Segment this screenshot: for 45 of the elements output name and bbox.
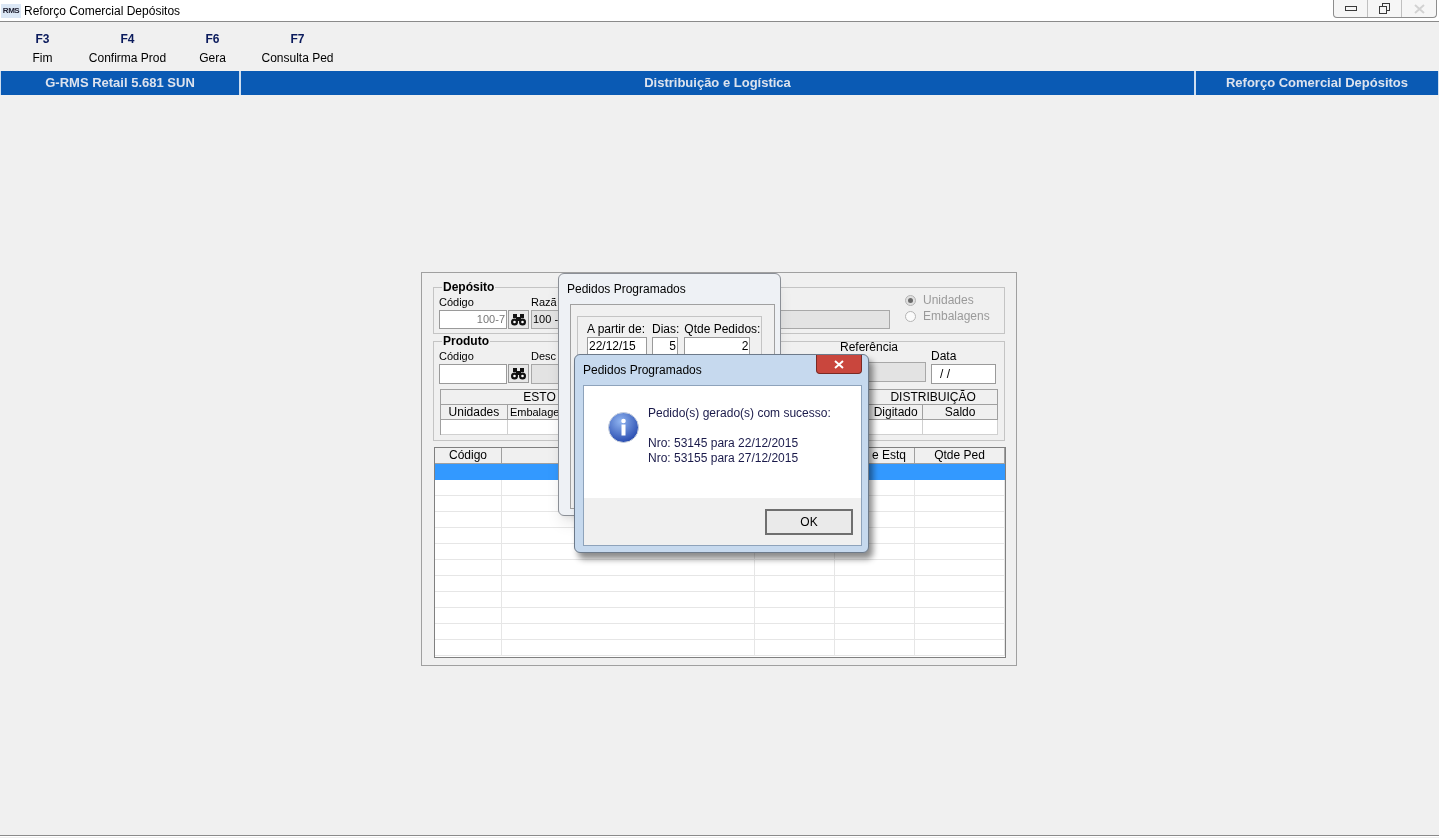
- column-header[interactable]: Código: [435, 448, 502, 464]
- group-title: Depósito: [442, 280, 496, 294]
- group-title: Produto: [442, 334, 490, 348]
- header-cell: Reforço Comercial Depósitos: [1195, 71, 1439, 95]
- input-field[interactable]: / /: [931, 364, 996, 384]
- message-text: Nro: 53155 para 27/12/2015: [648, 451, 800, 466]
- binoculars-icon: [511, 367, 526, 380]
- toolbar-button[interactable]: F7 Consulta Ped: [255, 30, 340, 68]
- close-icon: [1413, 3, 1425, 14]
- field-label: A partir de:: [587, 322, 647, 337]
- input-field[interactable]: 5: [652, 337, 678, 355]
- field-label: Código: [439, 295, 475, 309]
- toolbar-button[interactable]: F3 Fim: [0, 30, 85, 68]
- binoculars-icon: [511, 313, 526, 326]
- input-field[interactable]: [439, 364, 507, 384]
- field-label: Dias:: [652, 322, 680, 337]
- message-text: Pedido(s) gerado(s) com sucesso:: [648, 406, 831, 421]
- input-field[interactable]: 22/12/15: [587, 337, 647, 355]
- message-text: Nro: 53145 para 22/12/2015: [648, 436, 800, 451]
- dialog-title: Pedidos Programados: [583, 363, 702, 377]
- input-field[interactable]: 100-7: [439, 310, 507, 329]
- close-icon: [834, 359, 844, 369]
- column-header[interactable]: Qtde Ped: [915, 448, 1005, 464]
- header-cell: G-RMS Retail 5.681 SUN: [0, 71, 240, 95]
- window-title: Reforço Comercial Depósitos: [24, 2, 181, 20]
- table-cell: [441, 420, 508, 435]
- field-label: Desc: [531, 349, 558, 363]
- search-button[interactable]: [508, 364, 529, 383]
- field-label: Referência: [840, 341, 900, 353]
- close-button[interactable]: [816, 355, 862, 374]
- ok-button[interactable]: OK: [765, 509, 853, 535]
- app-logo: RMS: [1, 3, 21, 18]
- field-label: Qtde Pedidos:: [684, 322, 761, 337]
- toolbar-button[interactable]: F4 Confirma Prod: [85, 30, 170, 68]
- search-button[interactable]: [508, 310, 529, 329]
- field-label: Data: [931, 349, 958, 363]
- field-label: Código: [439, 349, 475, 363]
- field-label: Razã: [531, 295, 558, 309]
- minimize-icon: [1344, 5, 1357, 12]
- toolbar-button[interactable]: F6 Gera: [170, 30, 255, 68]
- header-cell: Distribuição e Logística: [240, 71, 1195, 95]
- input-field[interactable]: 2: [684, 337, 751, 355]
- dialog-title: Pedidos Programados: [567, 282, 687, 296]
- restore-icon: [1379, 3, 1390, 14]
- info-icon: [608, 412, 639, 443]
